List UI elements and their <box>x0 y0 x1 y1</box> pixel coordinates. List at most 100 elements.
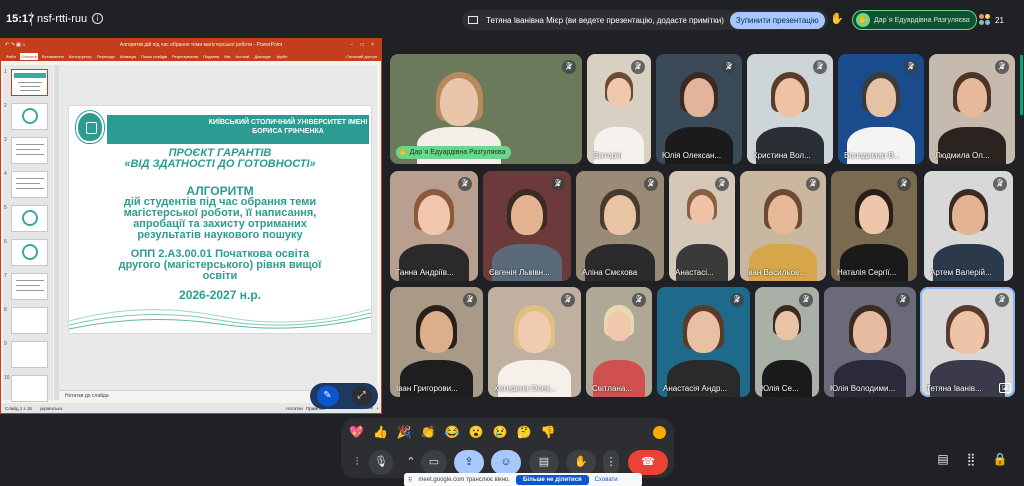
grid-scrollbar[interactable] <box>1020 55 1023 115</box>
participant-tile[interactable]: 🎙 Тетяна Іванів... ◪ <box>920 287 1015 397</box>
pin-icon[interactable]: ◪ <box>999 383 1011 393</box>
ribbon-tab[interactable]: Переходи <box>96 53 116 60</box>
window-controls[interactable]: − □ × <box>337 42 377 48</box>
share-button[interactable]: Спільний доступ <box>346 54 377 59</box>
reaction-emoji[interactable]: 😢 <box>493 425 508 439</box>
drag-handle-icon[interactable]: ⠿ <box>408 477 412 484</box>
participant-name: Дар`я Едуардівна Разгуляєва <box>409 149 506 156</box>
reactions-button[interactable]: ☺ <box>491 450 521 475</box>
participant-tile[interactable]: 🎙 Вікторія <box>587 54 651 164</box>
participant-face <box>952 195 985 236</box>
slide-thumbnails[interactable]: 1 2 3 4 5 6 7 8 9 10 <box>3 65 53 402</box>
participant-tile[interactable]: 🎙 Юлія Володими... <box>824 287 916 397</box>
slide-thumbnail[interactable] <box>11 205 48 232</box>
ribbon-tab[interactable]: Подання <box>202 53 220 60</box>
activities-icon[interactable]: ⣿ <box>963 452 979 468</box>
participant-tile[interactable]: 🎙 Євгенія Львівн... <box>483 171 571 281</box>
presenter-controls: ✎ ⤢ <box>310 383 378 409</box>
mic-muted-icon: 🎙 <box>715 177 729 191</box>
zoom-in-icon[interactable]: + <box>376 406 379 411</box>
reaction-emoji[interactable]: 😮 <box>469 425 484 439</box>
ribbon-tab[interactable]: Mix <box>223 53 231 60</box>
present-screen-icon <box>468 16 478 24</box>
present-button[interactable]: ⇪ <box>454 450 484 475</box>
participant-tile[interactable]: 🎙 Ганна Андріїв... <box>390 171 478 281</box>
raised-hand-icon: ✋ <box>856 13 870 27</box>
participant-face <box>686 311 721 354</box>
participant-tile[interactable]: 🎙 Володимир В... <box>838 54 924 164</box>
reaction-emoji[interactable]: 💖 <box>349 425 364 439</box>
slide-opp-3: освіти <box>202 270 238 282</box>
ribbon-tab[interactable]: Показ слайдів <box>140 53 168 60</box>
participant-face <box>604 195 636 235</box>
participant-name: Вікторія <box>593 151 623 160</box>
slide-line-4: результатів наукового пошуку <box>137 229 303 241</box>
participant-tile[interactable]: 🎙 Світлана... <box>586 287 652 397</box>
participant-tile[interactable]: 🎙 Кристина Вол... <box>747 54 833 164</box>
info-icon[interactable]: i <box>92 13 103 24</box>
ribbon-tab[interactable]: Основне <box>19 52 38 60</box>
participant-tile[interactable]: 🎙 Анастасія Андр... <box>657 287 750 397</box>
mic-muted-icon: 🎙 <box>995 293 1009 307</box>
reaction-emoji[interactable]: 👎 <box>541 425 556 439</box>
ribbon-tab[interactable]: Удобн <box>275 53 288 60</box>
chat-icon[interactable]: ▤ <box>935 452 951 468</box>
quick-access-toolbar[interactable]: ↶ ↷ ▣ ⌂ <box>5 42 65 48</box>
participant-tile[interactable]: 🎙 ✋ Дар`я Едуардівна Разгуляєва <box>390 54 582 164</box>
ribbon-tab[interactable]: Конструктор <box>68 53 93 60</box>
slide-thumbnail[interactable] <box>11 341 48 368</box>
participant-tile[interactable]: 🎙 Анастасі... <box>669 171 735 281</box>
participant-tile[interactable]: 🎙 Юлія Олексан... <box>656 54 742 164</box>
reaction-emoji[interactable]: 🎉 <box>397 425 412 439</box>
ribbon-tab[interactable]: Acrobat <box>235 53 251 60</box>
leave-call-button[interactable]: ☎ <box>628 450 668 475</box>
expand-icon[interactable]: ⤢ <box>351 386 372 406</box>
slide-thumbnail[interactable] <box>11 171 48 198</box>
stop-sharing-button[interactable]: Більше не ділитися <box>516 475 589 485</box>
participant-face <box>607 311 631 341</box>
participant-face <box>419 311 454 354</box>
participant-name: Юлія Се... <box>761 384 799 393</box>
ribbon-tab[interactable]: Файл <box>5 53 17 60</box>
notes-toggle[interactable]: Нотатки <box>286 406 303 411</box>
annotate-icon[interactable]: ✎ <box>316 386 339 406</box>
raise-hand-button[interactable]: ✋ <box>566 450 596 475</box>
ribbon-tab[interactable]: Вставлення <box>41 53 65 60</box>
participant-tile[interactable]: 🎙 Людмила Ол... <box>929 54 1015 164</box>
more-reactions-icon[interactable] <box>653 425 666 439</box>
reaction-emoji[interactable]: 🤔 <box>517 425 532 439</box>
current-slide[interactable]: КИЇВСЬКИЙ СТОЛИЧНИЙ УНІВЕРСИТЕТ ІМЕНІ БО… <box>69 106 371 333</box>
slide-thumbnail[interactable] <box>11 103 48 130</box>
participant-tile[interactable]: 🎙 Іван Григорови... <box>390 287 483 397</box>
ribbon-tab[interactable]: Анімація <box>119 53 137 60</box>
ribbon-tab[interactable]: Рецензування <box>171 53 199 60</box>
participants-button[interactable]: 21 <box>979 11 1004 29</box>
camera-button[interactable]: ▭ <box>421 450 447 475</box>
microphone-button[interactable]: 🎙 <box>369 450 393 475</box>
slide-thumbnail[interactable] <box>11 69 48 96</box>
participant-tile[interactable]: 🎙 Катерина Олек... <box>488 287 581 397</box>
reaction-emoji[interactable]: 👍 <box>373 425 388 439</box>
slide-thumbnail[interactable] <box>11 137 48 164</box>
ribbon-tab[interactable]: Докладні <box>253 53 272 60</box>
participant-tile[interactable]: 🎙 Іван Васильов... <box>740 171 826 281</box>
participant-tile[interactable]: 🎙 Аліна Смєхова <box>576 171 664 281</box>
participant-name: Кристина Вол... <box>753 151 811 160</box>
hide-banner-button[interactable]: Сховати <box>595 477 618 483</box>
participant-tile[interactable]: 🎙 Наталія Сергії... <box>831 171 917 281</box>
slide-thumbnail[interactable] <box>11 307 48 334</box>
reaction-emoji[interactable]: 😂 <box>445 425 460 439</box>
lower-hands-icon[interactable]: ✋ <box>829 12 845 28</box>
raised-hand-chip[interactable]: ✋ Дар`я Едуардівна Разгуляєва <box>852 10 977 30</box>
captions-button[interactable]: ▤ <box>529 450 559 475</box>
more-options-icon[interactable]: ⋮ <box>603 450 619 475</box>
slide-thumbnail[interactable] <box>11 375 48 402</box>
reaction-emoji[interactable]: 👏 <box>421 425 436 439</box>
participant-tile[interactable]: 🎙 Юлія Се... <box>755 287 819 397</box>
stop-presenting-button[interactable]: Зупинити презентацію <box>729 11 825 29</box>
participant-tile[interactable]: 🎙 Артем Валерій... <box>924 171 1013 281</box>
slide-thumbnail[interactable] <box>11 273 48 300</box>
host-controls-icon[interactable]: 🔒 <box>992 452 1008 468</box>
slide-thumbnail[interactable] <box>11 239 48 266</box>
camera-options-chevron-icon[interactable]: ⌃ <box>403 450 419 475</box>
